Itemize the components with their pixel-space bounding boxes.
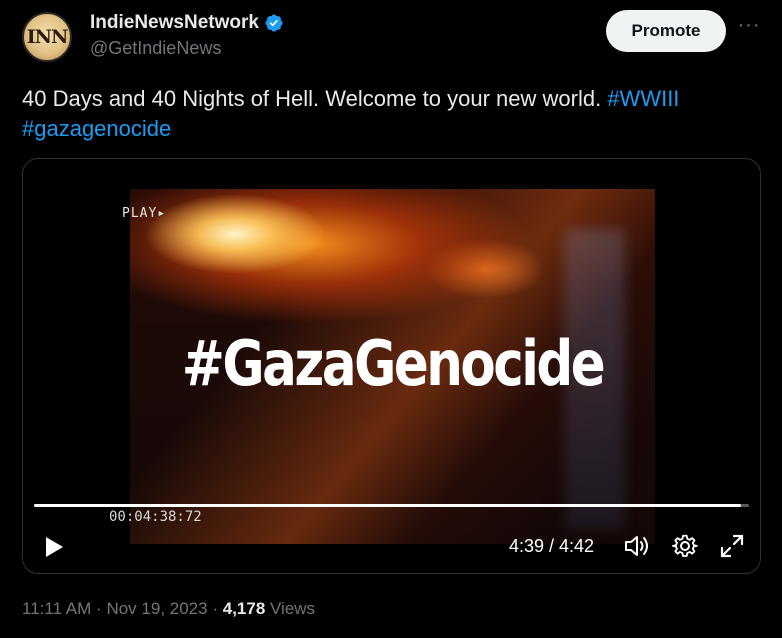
volume-icon[interactable] [623,533,653,559]
hashtag-wwiii[interactable]: #WWIII [607,86,679,111]
author-name[interactable]: IndieNewsNetwork [90,12,259,34]
author-handle[interactable]: @GetIndieNews [90,38,284,59]
meta-separator: · [96,599,102,618]
hashtag-gazagenocide[interactable]: #gazagenocide [22,116,171,141]
author-block: IndieNewsNetwork @GetIndieNews [90,12,284,59]
views-count[interactable]: 4,178 [223,599,266,618]
tweet-metadata: 11:11 AM · Nov 19, 2023 · 4,178 Views [22,599,315,619]
tweet-body-text: 40 Days and 40 Nights of Hell. Welcome t… [22,86,608,111]
video-time-display: 4:39 / 4:42 [509,536,595,556]
vhs-play-overlay: PLAY▸ [122,206,167,221]
video-player[interactable]: PLAY▸ #GazaGenocide 00:04:38:72 4:39 / 4… [22,158,761,574]
verified-badge-icon[interactable] [264,13,284,33]
fullscreen-icon[interactable] [719,533,745,559]
promote-button[interactable]: Promote [606,10,726,52]
avatar-logo-text: INN [26,26,69,48]
video-progress-bar[interactable] [34,504,749,507]
views-label: Views [270,599,316,618]
more-options-icon[interactable]: ··· [734,15,764,42]
tweet-text: 40 Days and 40 Nights of Hell. Welcome t… [22,84,762,144]
video-title-overlay: #GazaGenocide [181,327,606,400]
author-name-row: IndieNewsNetwork [90,12,284,34]
settings-gear-icon[interactable] [672,533,698,559]
vhs-timecode: 00:04:38:72 [109,509,202,525]
tweet-header: INN IndieNewsNetwork @GetIndieNews Promo… [22,8,767,64]
tweet-time[interactable]: 11:11 AM [22,599,91,618]
avatar[interactable]: INN [22,12,72,62]
meta-separator: · [212,599,218,618]
video-progress-fill [34,504,742,507]
tweet-date[interactable]: Nov 19, 2023 [106,599,207,618]
play-icon[interactable] [43,536,65,558]
